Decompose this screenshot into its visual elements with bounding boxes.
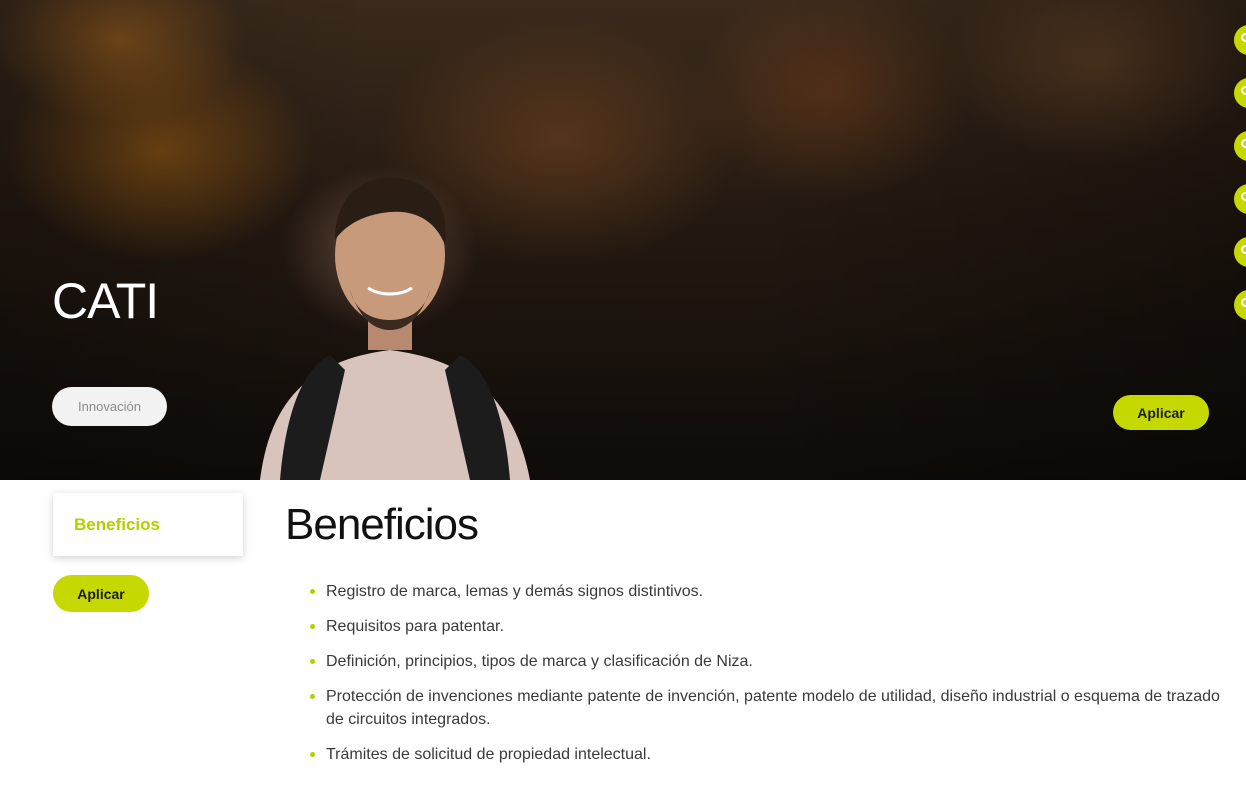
list-item: Definición, principios, tipos de marca y… [308, 650, 1228, 673]
share-icon[interactable] [1234, 290, 1246, 320]
sidebar-item-label: Beneficios [74, 514, 160, 534]
list-item: Requisitos para patentar. [308, 615, 1228, 638]
benefits-list: Registro de marca, lemas y demás signos … [308, 580, 1228, 778]
share-icon[interactable] [1234, 237, 1246, 267]
share-icon[interactable] [1234, 131, 1246, 161]
page-title: CATI [52, 273, 159, 329]
hero-photo-person [260, 177, 530, 480]
sidebar-item-beneficios[interactable]: Beneficios [53, 493, 243, 556]
apply-button-hero[interactable]: Aplicar [1113, 395, 1209, 430]
list-item: Trámites de solicitud de propiedad intel… [308, 743, 1228, 766]
list-item: Protección de invenciones mediante paten… [308, 685, 1228, 731]
share-icon[interactable] [1234, 25, 1246, 55]
share-icon[interactable] [1234, 78, 1246, 108]
floating-share-rail [1234, 25, 1246, 343]
list-item: Registro de marca, lemas y demás signos … [308, 580, 1228, 603]
apply-button-sidebar[interactable]: Aplicar [53, 575, 149, 612]
category-tag[interactable]: Innovación [52, 387, 167, 426]
share-icon[interactable] [1234, 184, 1246, 214]
hero-banner: CATI Innovación Aplicar [0, 0, 1246, 480]
section-heading: Beneficios [285, 500, 479, 549]
